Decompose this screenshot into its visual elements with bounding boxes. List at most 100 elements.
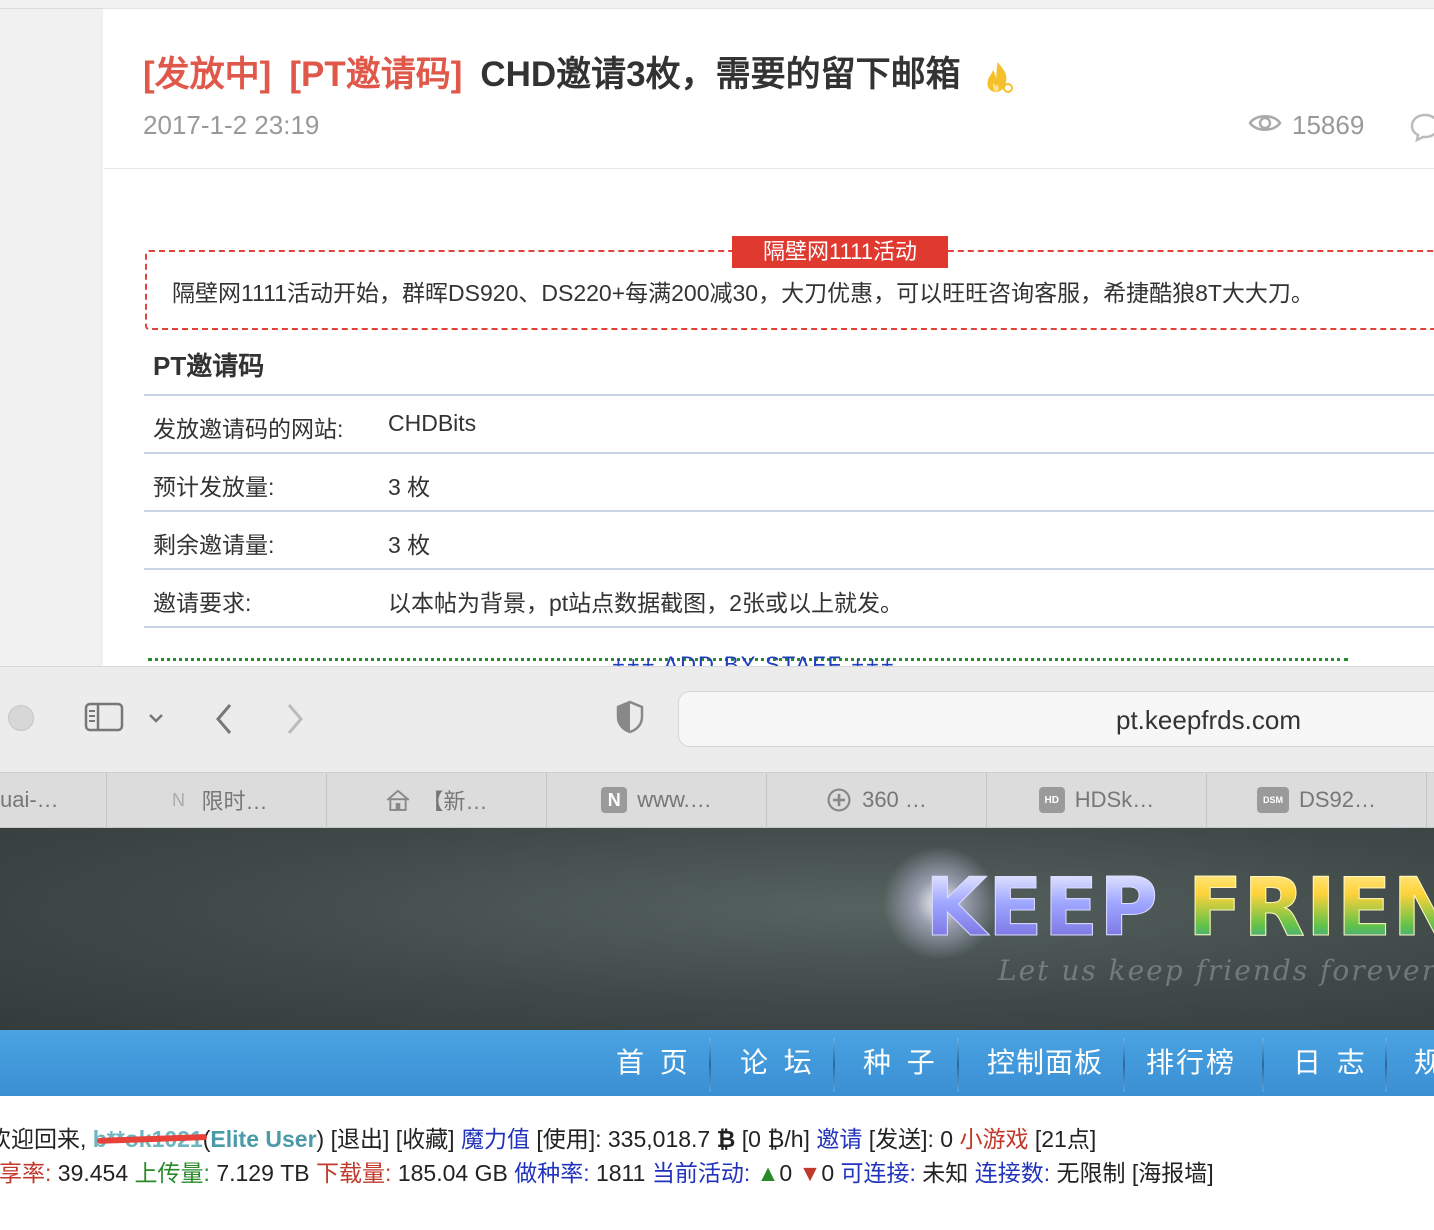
user-info-line-1: 欢迎回来, b**ok1021(Elite User) [退出] [收藏] 魔力… [0, 1120, 1096, 1154]
address-url[interactable]: pt.keepfrds.com [1116, 705, 1301, 736]
nav-separator [833, 1038, 835, 1092]
tab-label: www.… [637, 787, 712, 812]
invite-table-heading: PT邀请码 [153, 351, 265, 381]
invite-row-site: 发放邀请码的网站: CHDBits [144, 394, 1434, 452]
browser-tab[interactable]: 360 … [767, 773, 987, 827]
seeding-count: 0 [779, 1160, 793, 1186]
logo-friends: FRIENDS [1187, 861, 1434, 954]
invite-count: 0 [940, 1126, 954, 1152]
seed-ratio-value: 1811 [595, 1160, 646, 1186]
site-logo[interactable]: KEEP FRIENDS [925, 867, 1434, 948]
dsm-site-icon: DSM [1256, 787, 1289, 813]
invite-row-key: 发放邀请码的网站: [153, 416, 344, 442]
chevron-down-icon[interactable] [147, 711, 165, 729]
upload-label: 上传量: [134, 1160, 210, 1186]
magic-label[interactable]: 魔力值 [461, 1126, 530, 1152]
logout-link[interactable]: [退出] [331, 1126, 390, 1152]
user-class: Elite User [210, 1126, 317, 1152]
eye-icon [1248, 110, 1282, 141]
invite-row-value: 3 枚 [388, 532, 431, 558]
connections-label: 连接数: [974, 1160, 1051, 1186]
hd-site-icon: HD [1038, 787, 1065, 813]
invite-label[interactable]: 邀请 [816, 1126, 862, 1152]
sidebar-icon[interactable] [84, 701, 124, 738]
home-icon [385, 787, 411, 813]
nav-log[interactable]: 日 志 [1293, 1030, 1369, 1096]
download-value: 185.04 GB [397, 1160, 508, 1186]
n-site-icon: N [171, 789, 185, 810]
nav-rankings[interactable]: 排行榜 [1146, 1030, 1236, 1096]
site-nav-bar: 首 页 论 坛 种 子 控制面板 排行榜 日 志 规 [0, 1030, 1434, 1096]
nav-home[interactable]: 首 页 [616, 1030, 692, 1096]
window-control-button[interactable] [8, 705, 34, 731]
connectable-label: 可连接: [840, 1160, 916, 1186]
magic-use-link[interactable]: [使用]: [536, 1126, 601, 1152]
view-count-value: 15869 [1292, 110, 1365, 140]
ratio-value: 39.454 [57, 1160, 129, 1186]
seed-ratio-label: 做种率: [514, 1160, 590, 1186]
site-slogan: Let us keep friends forever! [998, 954, 1434, 987]
browser-tab[interactable]: N 限时… [107, 773, 327, 827]
comment-icon[interactable] [1410, 112, 1434, 147]
view-count: 15869 [1248, 110, 1364, 141]
favorites-link[interactable]: [收藏] [396, 1126, 455, 1152]
magic-value: 335,018.7 [607, 1126, 711, 1152]
connections-value: 无限制 [1056, 1160, 1126, 1186]
activity-label: 当前活动: [651, 1160, 751, 1186]
address-bar[interactable] [678, 691, 1434, 747]
logo-keep: KEEP [925, 861, 1159, 954]
post-status-tag[interactable]: [发放中] [143, 55, 271, 94]
invite-row-value: 以本帖为背景，pt站点数据截图，2张或以上就发。 [388, 590, 903, 616]
invite-row-value: 3 枚 [388, 474, 431, 500]
invite-row-key: 剩余邀请量: [153, 532, 275, 558]
tab-bar: uai-… N 限时… 【新… N www.… 360 … HD HDSk… D… [0, 772, 1434, 828]
poster-wall-link[interactable]: [海报墙] [1132, 1160, 1214, 1186]
nav-rules[interactable]: 规 [1414, 1030, 1434, 1096]
upload-value: 7.129 TB [216, 1160, 310, 1186]
tab-label: uai-… [0, 787, 59, 812]
nav-control-panel[interactable]: 控制面板 [987, 1030, 1103, 1096]
post-header-divider [104, 168, 1434, 169]
forum-post-area: [发放中] [PT邀请码] CHD邀请3枚，需要的留下邮箱 2017-1-2 23:… [0, 0, 1434, 666]
promo-text: 隔壁网1111活动开始，群晖DS920、DS220+每满200减30，大刀优惠，… [172, 280, 1314, 306]
tab-label: 【新… [421, 789, 488, 814]
invite-row-key: 预计发放量: [153, 474, 275, 500]
promo-badge[interactable]: 隔壁网1111活动 [732, 236, 948, 268]
browser-tab[interactable]: N www.… [547, 773, 767, 827]
nav-separator [1262, 1038, 1264, 1092]
nav-separator [957, 1038, 959, 1092]
back-icon[interactable] [212, 701, 236, 742]
nav-separator [1123, 1038, 1125, 1092]
arrow-up-icon: ▲ [756, 1160, 780, 1186]
n-site-icon: N [601, 787, 628, 813]
tab-label: 限时… [201, 789, 268, 814]
invite-send-link[interactable]: [发送]: [869, 1126, 934, 1152]
staff-note: +++ ADD BY STAFF +++ [612, 652, 896, 666]
hot-flame-icon [984, 60, 1014, 94]
nav-separator [1385, 1038, 1387, 1092]
mini-game-link[interactable]: 小游戏 [959, 1126, 1028, 1152]
invite-row-requirement: 邀请要求: 以本帖为背景，pt站点数据截图，2张或以上就发。 [144, 568, 1434, 626]
browser-tab[interactable]: DSM DS92… [1207, 773, 1427, 827]
nav-torrents[interactable]: 种 子 [863, 1030, 939, 1096]
welcome-text: 欢迎回来, [0, 1126, 87, 1152]
username-link[interactable]: b**ok1021 [93, 1126, 203, 1153]
download-label: 下载量: [316, 1160, 392, 1186]
plus-circle-icon [826, 787, 852, 813]
connectable-value: 未知 [922, 1160, 969, 1186]
browser-tab[interactable]: 【新… [327, 773, 547, 827]
nav-forum[interactable]: 论 坛 [740, 1030, 816, 1096]
browser-tab[interactable]: uai-… [0, 773, 107, 827]
privacy-shield-icon[interactable] [615, 699, 645, 740]
invite-row-value: CHDBits [388, 410, 477, 436]
forward-icon[interactable] [283, 701, 307, 742]
tab-label: 360 … [862, 787, 927, 812]
user-info-panel: 欢迎回来, b**ok1021(Elite User) [退出] [收藏] 魔力… [0, 1096, 1434, 1230]
blackjack-link[interactable]: [21点] [1035, 1126, 1096, 1152]
invite-row-remaining: 剩余邀请量: 3 枚 [144, 510, 1434, 568]
browser-toolbar: pt.keepfrds.com [0, 666, 1434, 772]
browser-tab[interactable]: HD HDSk… [987, 773, 1207, 827]
invite-row-key: 邀请要求: [153, 590, 252, 616]
post-category-tag[interactable]: [PT邀请码] [289, 55, 462, 94]
invite-table-bottom-border [144, 626, 1434, 628]
